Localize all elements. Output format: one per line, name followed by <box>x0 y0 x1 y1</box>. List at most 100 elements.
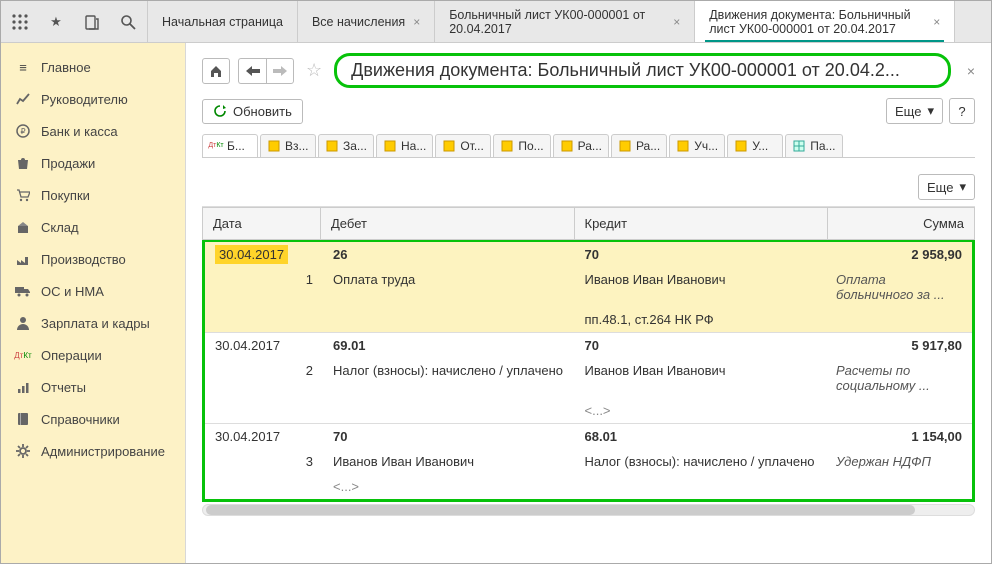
inner-tab-na[interactable]: На... <box>376 134 433 157</box>
table-toolbar: Еще▾ <box>202 170 975 200</box>
tab-doc-movements[interactable]: Движения документа: Больничный лист УК00… <box>695 1 955 42</box>
col-date[interactable]: Дата <box>203 208 321 239</box>
topbar: ★ Начальная страница Все начисления × Бол… <box>1 1 991 43</box>
inner-tab-uch[interactable]: Уч... <box>669 134 725 157</box>
inner-tab-label: По... <box>518 139 543 153</box>
inner-tab-b[interactable]: ДтКтБ... <box>202 134 258 158</box>
help-button[interactable]: ? <box>949 98 975 124</box>
scrollbar-thumb[interactable] <box>206 505 915 515</box>
sidebar-item-label: ОС и НМА <box>41 284 104 299</box>
inner-tab-za[interactable]: За... <box>318 134 374 157</box>
sidebar-item-assets[interactable]: ОС и НМА <box>1 275 185 307</box>
refresh-button[interactable]: Обновить <box>202 99 303 124</box>
inner-tab-ot[interactable]: От... <box>435 134 491 157</box>
sidebar-item-hr[interactable]: Зарплата и кадры <box>1 307 185 339</box>
sidebar: ≡Главное Руководителю ₽ Банк и касса Прод… <box>1 43 186 563</box>
sheet-icon <box>734 139 748 153</box>
search-icon[interactable] <box>119 13 137 31</box>
sidebar-item-label: Банк и касса <box>41 124 118 139</box>
sidebar-item-bank[interactable]: ₽ Банк и касса <box>1 115 185 147</box>
sidebar-item-label: Склад <box>41 220 79 235</box>
menu-icon: ≡ <box>15 59 31 75</box>
cell-sum-desc: Оплата больничного за ... <box>826 267 972 307</box>
col-debit[interactable]: Дебет <box>321 208 575 239</box>
tab-close-icon[interactable]: × <box>933 15 940 29</box>
sidebar-item-purchases[interactable]: Покупки <box>1 179 185 211</box>
more-button[interactable]: Еще ▾ <box>886 98 943 124</box>
cell-debit-desc2: <...> <box>323 474 575 499</box>
person-icon <box>15 315 31 331</box>
favorite-icon[interactable]: ☆ <box>306 60 322 81</box>
sidebar-item-admin[interactable]: Администрирование <box>1 435 185 467</box>
sidebar-item-reports[interactable]: Отчеты <box>1 371 185 403</box>
inner-tab-pa[interactable]: Па... <box>785 134 842 157</box>
grid-icon <box>792 139 806 153</box>
tab-home[interactable]: Начальная страница <box>148 1 298 42</box>
inner-tab-u[interactable]: У... <box>727 134 783 157</box>
tab-label: Все начисления <box>312 15 405 29</box>
back-button[interactable] <box>238 58 266 84</box>
sidebar-item-catalogs[interactable]: Справочники <box>1 403 185 435</box>
close-icon[interactable]: × <box>967 63 975 79</box>
cell-debit-desc: Иванов Иван Иванович <box>323 449 575 474</box>
sheet-icon <box>676 139 690 153</box>
page-title: Движения документа: Больничный лист УК00… <box>334 53 951 88</box>
sheet-icon <box>500 139 514 153</box>
tab-all-charges[interactable]: Все начисления × <box>298 1 435 42</box>
svg-text:₽: ₽ <box>20 127 25 136</box>
sheet-icon <box>325 139 339 153</box>
tab-label: Начальная страница <box>162 15 283 29</box>
sidebar-item-production[interactable]: Производство <box>1 243 185 275</box>
chevron-down-icon: ▾ <box>927 103 934 119</box>
inner-tab-label: Вз... <box>285 139 309 153</box>
horizontal-scrollbar[interactable] <box>202 504 975 516</box>
inner-tab-label: Па... <box>810 139 835 153</box>
tab-sick-leave[interactable]: Больничный лист УК00-000001 от 20.04.201… <box>435 1 695 42</box>
table-row[interactable]: 30.04.2017 26 70 2 958,90 1 Оплата труда… <box>205 242 972 332</box>
col-credit[interactable]: Кредит <box>575 208 829 239</box>
cell-sum: 5 917,80 <box>826 333 972 358</box>
cell-rownum: 1 <box>205 267 323 307</box>
apps-icon[interactable] <box>11 13 29 31</box>
inner-tab-ra2[interactable]: Ра... <box>611 134 667 157</box>
sidebar-item-manager[interactable]: Руководителю <box>1 83 185 115</box>
sidebar-item-label: Покупки <box>41 188 90 203</box>
cell-credit-desc: Иванов Иван Иванович <box>575 358 827 398</box>
inner-tab-ra1[interactable]: Ра... <box>553 134 609 157</box>
tab-close-icon[interactable]: × <box>673 15 680 29</box>
ruble-icon: ₽ <box>15 123 31 139</box>
col-sum[interactable]: Сумма <box>828 208 974 239</box>
table: Дата Дебет Кредит Сумма 30.04.2017 26 70… <box>202 206 975 516</box>
cell-sum-desc: Удержан НДФП <box>826 449 972 474</box>
sheet-icon <box>618 139 632 153</box>
forward-button[interactable] <box>266 58 294 84</box>
table-more-button[interactable]: Еще▾ <box>918 174 975 200</box>
inner-tab-label: От... <box>460 139 484 153</box>
home-button[interactable] <box>202 58 230 84</box>
box-icon <box>15 219 31 235</box>
sidebar-item-label: Производство <box>41 252 126 267</box>
sidebar-item-sales[interactable]: Продажи <box>1 147 185 179</box>
inner-tab-vz[interactable]: Вз... <box>260 134 316 157</box>
cell-credit-acc: 70 <box>575 242 827 267</box>
cell-sum: 2 958,90 <box>826 242 972 267</box>
gear-icon <box>15 443 31 459</box>
cell-credit-desc2: <...> <box>575 398 827 423</box>
dtkt-icon: ДтКт <box>15 347 31 363</box>
more-label: Еще <box>927 180 953 195</box>
clipboard-icon[interactable] <box>83 13 101 31</box>
more-label: Еще <box>895 104 921 119</box>
sidebar-item-label: Продажи <box>41 156 95 171</box>
sheet-icon <box>383 139 397 153</box>
star-icon[interactable]: ★ <box>47 13 65 31</box>
tab-close-icon[interactable]: × <box>413 15 420 29</box>
sidebar-item-main[interactable]: ≡Главное <box>1 51 185 83</box>
table-row[interactable]: 30.04.2017 70 68.01 1 154,00 3 Иванов Ив… <box>205 423 972 499</box>
cell-sum-desc: Расчеты по социальному ... <box>826 358 972 398</box>
inner-tab-po[interactable]: По... <box>493 134 550 157</box>
table-header: Дата Дебет Кредит Сумма <box>202 207 975 240</box>
table-row[interactable]: 30.04.2017 69.01 70 5 917,80 2 Налог (вз… <box>205 332 972 423</box>
cell-credit-desc2: пп.48.1, ст.264 НК РФ <box>575 307 827 332</box>
sidebar-item-warehouse[interactable]: Склад <box>1 211 185 243</box>
sidebar-item-operations[interactable]: ДтКтОперации <box>1 339 185 371</box>
